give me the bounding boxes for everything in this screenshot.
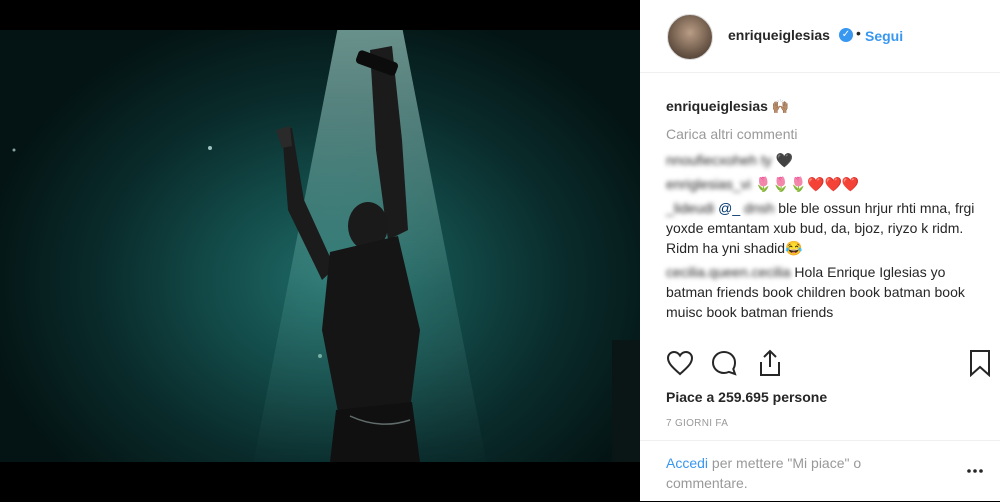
comment-text: 🌷🌷🌷❤️❤️❤️: [750, 176, 860, 192]
comment-username[interactable]: _lideudi: [666, 200, 714, 216]
post-timestamp[interactable]: 7 GIORNI FA: [666, 418, 728, 429]
list-item: _lideudi @_ dnsh ble ble ossun hrjur rht…: [666, 198, 982, 258]
list-item: cecilia.queen.cecilia Hola Enrique Igles…: [666, 262, 982, 322]
caption-username[interactable]: enriqueiglesias: [666, 98, 768, 114]
list-item: nnoufiecxoheh ty 🖤: [666, 150, 982, 170]
likes-count[interactable]: Piace a 259.695 persone: [666, 389, 827, 405]
follow-button[interactable]: Segui: [865, 28, 903, 44]
list-item: enriglesias_vi 🌷🌷🌷❤️❤️❤️: [666, 174, 982, 194]
verified-icon: ✓: [839, 28, 853, 42]
post-sidebar: enriqueiglesias ✓ • Segui enriqueiglesia…: [640, 0, 1000, 501]
caption-text: 🙌🏽: [771, 98, 790, 114]
comment-mention-blurred: dnsh: [744, 200, 775, 216]
comment-mention[interactable]: @_: [718, 200, 744, 216]
performer-silhouette: [12, 46, 640, 462]
comment-username[interactable]: nnoufiecxoheh ty: [666, 152, 772, 168]
load-more-comments-button[interactable]: Carica altri commenti: [666, 124, 982, 144]
separator-dot: •: [856, 25, 861, 41]
comment-username[interactable]: enriglesias_vi: [666, 176, 751, 192]
comment-username[interactable]: cecilia.queen.cecilia: [666, 264, 791, 280]
comments-list: enriqueiglesias 🙌🏽 Carica altri commenti…: [666, 96, 982, 326]
post-photo[interactable]: [0, 30, 640, 462]
comment-icon[interactable]: [710, 349, 738, 377]
share-icon[interactable]: [756, 348, 784, 378]
bookmark-icon[interactable]: [969, 349, 991, 377]
post-header: enriqueiglesias ✓ • Segui: [640, 0, 1000, 73]
comment-footer: Accedi per mettere "Mi piace" o commenta…: [640, 440, 1000, 502]
post-username[interactable]: enriqueiglesias: [728, 27, 830, 43]
caption: enriqueiglesias 🙌🏽: [666, 96, 982, 116]
more-icon[interactable]: [967, 469, 983, 473]
heart-icon[interactable]: [666, 350, 694, 376]
login-link[interactable]: Accedi: [666, 455, 708, 471]
comment-text: 🖤: [771, 152, 794, 168]
avatar[interactable]: [667, 14, 713, 60]
login-prompt: Accedi per mettere "Mi piace" o commenta…: [666, 453, 926, 493]
post-media: [0, 0, 640, 501]
action-bar: [640, 342, 1000, 386]
